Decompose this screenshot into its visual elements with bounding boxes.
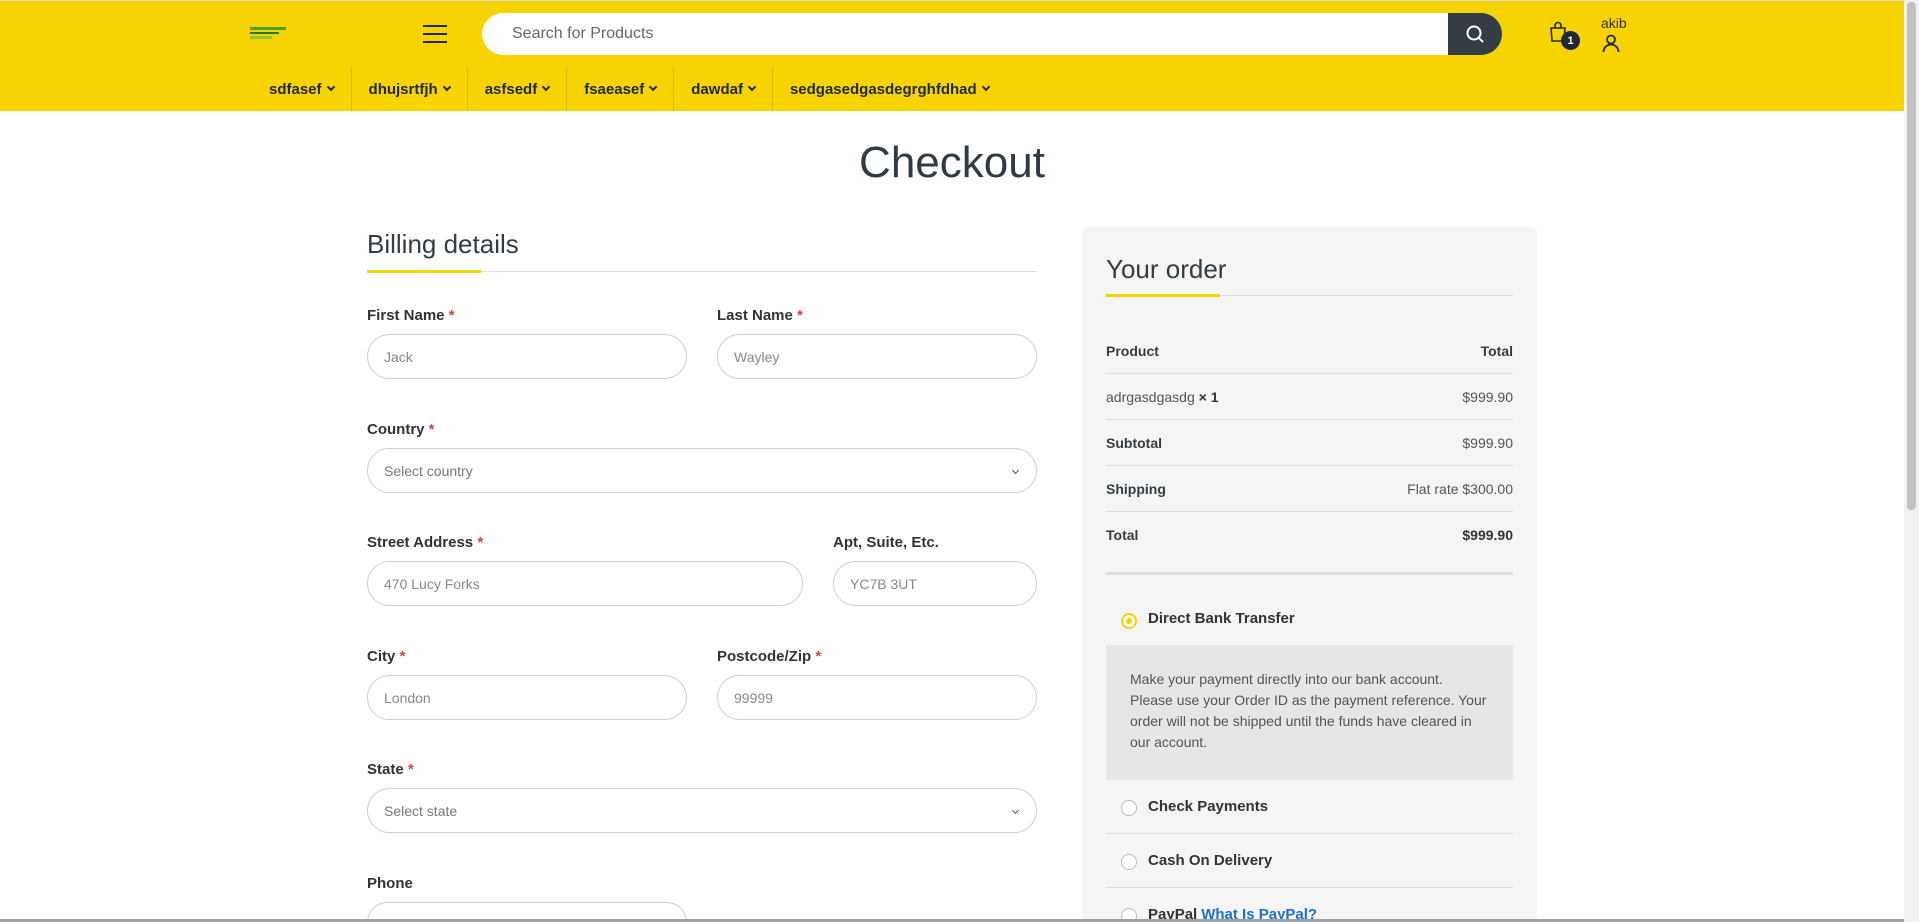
chevron-down-icon [1011,806,1020,815]
apt-suite-input[interactable] [850,575,1036,592]
product-column-header: Product [1106,342,1159,359]
nav-item-label: dawdaf [691,80,743,98]
apt-suite-field[interactable] [833,561,1037,606]
search-icon [1466,25,1484,43]
bank-transfer-description: Make your payment directly into our bank… [1106,645,1513,780]
chevron-down-icon [326,82,335,92]
billing-title-underline [367,270,1037,273]
nav-item-sdfasef[interactable]: sdfasef [252,67,352,111]
last-name-field[interactable] [717,334,1037,379]
order-item-total: $999.90 [1462,388,1513,405]
last-name-label: Last Name * [717,307,803,324]
postcode-field[interactable] [717,675,1037,720]
street-address-field[interactable] [367,561,803,606]
total-column-header: Total [1480,342,1513,359]
postcode-label: Postcode/Zip * [717,648,822,665]
subtotal-value: $999.90 [1462,434,1513,451]
cart-count-badge: 1 [1561,31,1580,50]
street-address-input[interactable] [384,575,802,592]
state-label: State * [367,761,414,778]
menu-icon[interactable] [423,25,447,43]
billing-details-title: Billing details [367,229,519,259]
first-name-input[interactable] [384,348,686,365]
chevron-down-icon [747,82,757,92]
order-divider [1106,572,1513,575]
cash-on-delivery-radio[interactable] [1121,854,1137,870]
check-payments-label[interactable]: Check Payments [1148,798,1268,815]
nav-item-sedgasedgasdegrghfdhad[interactable]: sedgasedgasdegrghfdhad [773,67,1006,111]
state-select-value: Select state [384,802,458,819]
payment-divider [1106,887,1513,888]
bank-transfer-radio[interactable] [1121,613,1137,629]
city-input[interactable] [384,689,686,706]
country-select-value: Select country [384,462,473,479]
site-logo[interactable] [250,27,286,40]
payment-divider [1106,833,1513,834]
last-name-input[interactable] [734,348,1036,365]
postcode-input[interactable] [734,689,1036,706]
order-table-header: Product Total [1106,328,1513,374]
street-address-label: Street Address * [367,534,484,551]
order-item-row: adrgasdgasdg × 1 $999.90 [1106,374,1513,420]
chevron-down-icon [442,82,451,92]
page-title: Checkout [859,138,1045,187]
search-input[interactable] [482,13,1452,55]
chevron-down-icon [541,82,551,92]
nav-item-label: dhujsrtfjh [368,80,438,98]
chevron-down-icon [649,82,658,92]
subtotal-row: Subtotal $999.90 [1106,420,1513,466]
nav-item-asfsedf[interactable]: asfsedf [468,67,568,111]
shipping-value: Flat rate $300.00 [1407,480,1513,497]
nav-item-label: asfsedf [484,80,538,98]
order-summary-panel: Your order Product Total adrgasdgasdg × … [1082,227,1537,922]
main-nav: sdfasef dhujsrtfjh asfsedf fsaeasef dawd… [252,67,1006,111]
city-field[interactable] [367,675,687,720]
order-title-underline [1106,294,1513,297]
country-label: Country * [367,421,435,438]
scrollbar-thumb[interactable] [1907,2,1916,510]
user-name[interactable]: akib [1601,15,1627,31]
first-name-label: First Name * [367,307,455,324]
apt-suite-label: Apt, Suite, Etc. [833,534,939,551]
page-scrollbar[interactable] [1904,0,1919,922]
order-item-name: adrgasdgasdg × 1 [1106,388,1219,405]
country-select[interactable]: Select country [367,448,1037,493]
nav-item-label: fsaeasef [584,80,645,98]
nav-item-label: sdfasef [269,80,322,98]
city-label: City * [367,648,406,665]
search-button[interactable] [1448,13,1502,55]
chevron-down-icon [981,82,990,92]
total-row: Total $999.90 [1106,527,1513,543]
check-payments-radio[interactable] [1121,800,1137,816]
your-order-title: Your order [1106,254,1227,284]
shipping-row: Shipping Flat rate $300.00 [1106,466,1513,512]
phone-label: Phone [367,875,413,892]
user-icon[interactable] [1601,33,1621,53]
state-select[interactable]: Select state [367,788,1037,833]
total-value: $999.90 [1462,527,1513,543]
nav-item-dhujsrtfjh[interactable]: dhujsrtfjh [352,67,468,111]
search-bar [482,13,1502,55]
cash-on-delivery-label[interactable]: Cash On Delivery [1148,852,1272,869]
cart-button[interactable]: 1 [1548,21,1582,53]
chevron-down-icon [1011,466,1020,475]
site-header: 1 akib sdfasef dhujsrtfjh asfsedf fsaeas… [0,0,1904,111]
first-name-field[interactable] [367,334,687,379]
nav-item-fsaeasef[interactable]: fsaeasef [567,67,675,111]
nav-item-label: sedgasedgasdegrghfdhad [789,80,977,98]
nav-item-dawdaf[interactable]: dawdaf [674,67,773,111]
bank-transfer-label[interactable]: Direct Bank Transfer [1148,610,1295,627]
